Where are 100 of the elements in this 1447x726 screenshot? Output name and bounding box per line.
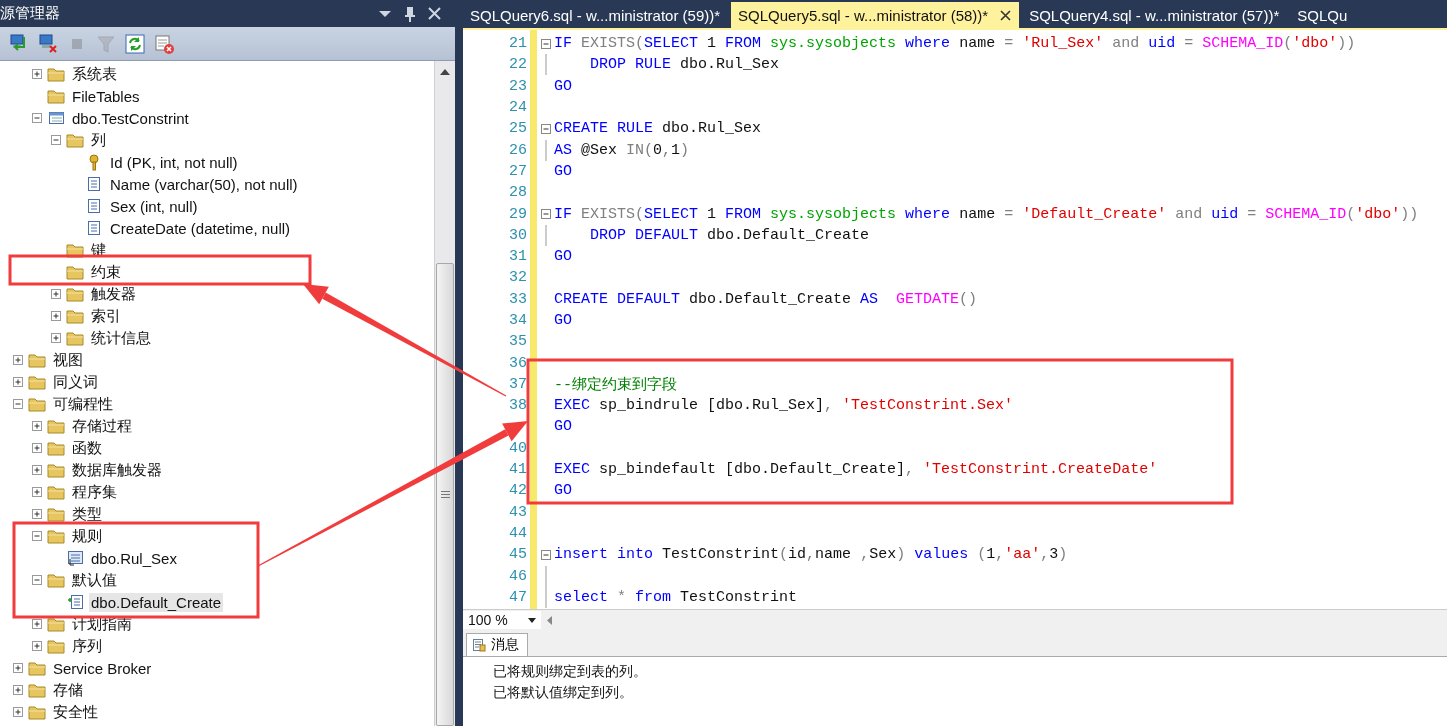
column-icon: [87, 176, 101, 192]
tree-item[interactable]: dbo.Rul_Sex: [89, 548, 179, 568]
pin-icon[interactable]: [404, 5, 416, 22]
tree-item[interactable]: 列: [89, 129, 108, 151]
folder-icon: [28, 352, 46, 368]
scroll-x-icon[interactable]: [153, 32, 175, 55]
tree-item[interactable]: Name (varchar(50), not null): [108, 174, 300, 194]
expand-icon[interactable]: [51, 289, 61, 299]
document-tab[interactable]: SQLQu: [1290, 2, 1356, 28]
expand-icon[interactable]: [13, 663, 23, 673]
column-icon: [87, 220, 101, 236]
code-editor[interactable]: [463, 28, 1447, 609]
folder-icon: [47, 484, 65, 500]
expand-icon[interactable]: [13, 685, 23, 695]
expand-icon[interactable]: [32, 465, 42, 475]
collapse-icon[interactable]: [540, 549, 551, 560]
messages-tab[interactable]: 消息: [466, 633, 528, 656]
expand-icon[interactable]: [32, 487, 42, 497]
tree-item[interactable]: 约束: [89, 261, 123, 283]
collapse-icon[interactable]: [32, 113, 42, 123]
tree-item[interactable]: 同义词: [51, 371, 100, 393]
tree-item[interactable]: Id (PK, int, not null): [108, 152, 240, 172]
line-number: 36: [509, 354, 527, 372]
collapse-icon[interactable]: [540, 38, 551, 49]
tree-item[interactable]: dbo.Default_Create: [89, 592, 224, 612]
tree-item[interactable]: dbo.TestConstrint: [70, 108, 191, 128]
line-number: 43: [509, 503, 527, 521]
close-icon[interactable]: [1000, 9, 1012, 21]
collapse-icon[interactable]: [540, 123, 551, 134]
line-number: 42: [509, 482, 527, 500]
folder-icon: [47, 638, 65, 654]
expand-icon[interactable]: [32, 421, 42, 431]
document-tab[interactable]: SQLQuery5.sql - w...ministrator (58))*: [731, 2, 1020, 28]
folder-icon: [28, 374, 46, 390]
expand-icon[interactable]: [32, 509, 42, 519]
collapse-icon[interactable]: [32, 575, 42, 585]
tree-item[interactable]: 触发器: [89, 283, 138, 305]
collapse-icon[interactable]: [540, 209, 551, 219]
tree-item[interactable]: 索引: [89, 305, 123, 327]
expand-icon[interactable]: [32, 619, 42, 629]
code-line: GO: [554, 77, 572, 95]
collapse-icon[interactable]: [13, 399, 23, 409]
expand-icon[interactable]: [32, 69, 42, 79]
line-number: 46: [509, 567, 527, 585]
tree-item[interactable]: 类型: [70, 503, 104, 525]
collapse-icon[interactable]: [51, 135, 61, 145]
scroll-up-icon[interactable]: [440, 69, 450, 75]
tree-item[interactable]: 程序集: [70, 481, 119, 503]
tree-item[interactable]: 数据库触发器: [70, 459, 164, 481]
tree-item[interactable]: 系统表: [70, 63, 119, 85]
code-line: DROP DEFAULT dbo.Default_Create: [589, 226, 870, 244]
folder-icon: [47, 88, 65, 104]
code-line: DROP RULE dbo.Rul_Sex: [589, 56, 780, 74]
tree-item[interactable]: CreateDate (datetime, null): [108, 218, 293, 238]
computer-x-icon[interactable]: [37, 32, 59, 55]
code-line: GO: [554, 248, 572, 266]
tree-item[interactable]: 序列: [70, 635, 104, 657]
tree-item[interactable]: 存储过程: [70, 415, 134, 437]
refresh-icon[interactable]: [124, 32, 146, 55]
code-line: GO: [554, 482, 572, 500]
line-number: 33: [509, 290, 527, 308]
tree-item[interactable]: 函数: [70, 437, 104, 459]
expand-icon[interactable]: [13, 377, 23, 387]
dropdown-icon[interactable]: [378, 9, 392, 18]
expand-icon[interactable]: [13, 355, 23, 365]
tree-item[interactable]: 统计信息: [89, 327, 153, 349]
tree-item[interactable]: Service Broker: [51, 658, 154, 678]
panel-title: 源管理器: [0, 4, 60, 23]
expand-icon[interactable]: [32, 641, 42, 651]
line-number: 22: [509, 56, 527, 74]
line-number: 23: [509, 77, 527, 95]
tree-item[interactable]: 视图: [51, 349, 85, 371]
code-line: AS @Sex IN(0,1): [554, 141, 690, 159]
scroll-left-icon[interactable]: [547, 615, 552, 625]
folder-icon: [28, 396, 46, 412]
tree-item[interactable]: 可编程性: [51, 393, 115, 415]
tree-item[interactable]: Sex (int, null): [108, 196, 200, 216]
code-line: IF EXISTS(SELECT 1 FROM sys.sysobjects where name = 'Rul_Sex' and uid = SCHEMA_ID('dbo')): [554, 35, 1356, 53]
tree-item[interactable]: 默认值: [70, 569, 119, 591]
expand-icon[interactable]: [32, 443, 42, 453]
tree-item[interactable]: FileTables: [70, 86, 142, 106]
tree-item[interactable]: 安全性: [51, 701, 100, 723]
folder-icon: [47, 528, 65, 544]
tree-item[interactable]: 规则: [70, 525, 104, 547]
tree-item[interactable]: 存储: [51, 679, 85, 701]
line-number: 29: [509, 205, 527, 223]
scroll-thumb[interactable]: [436, 263, 454, 726]
collapse-icon[interactable]: [32, 531, 42, 541]
default-icon: [66, 594, 84, 610]
message-text: 已将规则绑定到表的列。: [493, 662, 648, 681]
line-number: 34: [509, 312, 527, 329]
scrollbar[interactable]: [434, 61, 455, 726]
code-line: select * from TestConstrint: [554, 588, 798, 606]
expand-icon[interactable]: [51, 333, 61, 343]
expand-icon[interactable]: [13, 707, 23, 717]
expand-icon[interactable]: [51, 311, 61, 321]
document-tab[interactable]: SQLQuery6.sql - w...ministrator (59))*: [463, 2, 729, 28]
zoom-dropdown[interactable]: 100 %: [463, 611, 541, 629]
column-icon: [87, 198, 101, 214]
document-tab[interactable]: SQLQuery4.sql - w...ministrator (57))*: [1022, 2, 1288, 28]
